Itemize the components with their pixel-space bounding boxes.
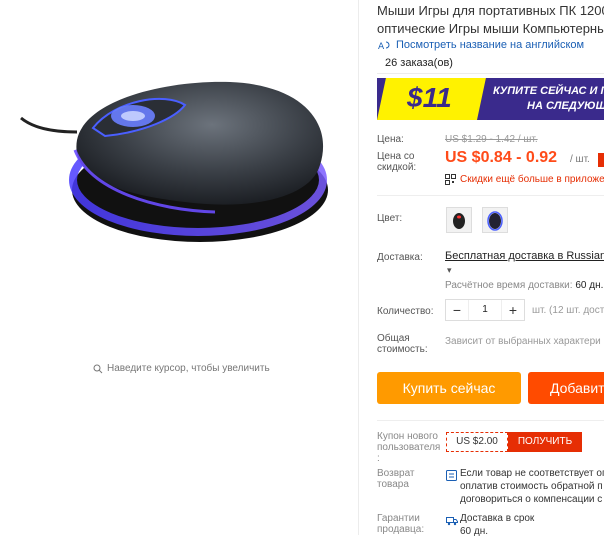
magnifier-icon: [93, 364, 103, 373]
returns-label-line-2: товара: [377, 479, 409, 490]
delivery-time: Расчётное время доставки: 60 дн.: [445, 280, 603, 291]
color-swatch-black[interactable]: [446, 207, 472, 233]
guarantee-label-line-1: Гарантии: [377, 513, 420, 524]
return-line-1: Если товар не соответствует оп: [460, 468, 604, 479]
guarantee-text: Доставка в срок 60 дн.: [460, 512, 534, 538]
total-label-line-1: Общая: [377, 333, 410, 344]
qr-code-icon: [445, 174, 456, 185]
quantity-decrease-button[interactable]: −: [446, 302, 468, 318]
svg-text:A: A: [378, 42, 385, 50]
section-divider: [377, 195, 604, 196]
coupon-value: US $2.00: [446, 432, 508, 452]
app-discount-text[interactable]: Скидки ещё больше в приложен: [460, 174, 604, 185]
guarantee-line-2: 60 дн.: [460, 526, 489, 537]
return-policy-icon: [446, 468, 457, 486]
total-label: Общая стоимость:: [377, 333, 428, 355]
banner-line-2: НА СЛЕДУЮЩ: [527, 100, 604, 112]
return-line-3: договориться о компенсации с: [460, 494, 603, 505]
translate-icon: A: [378, 41, 390, 50]
return-line-2: оплатив стоимость обратной п: [460, 481, 603, 492]
section-divider: [377, 420, 604, 421]
delivery-truck-icon: [446, 513, 458, 531]
delivery-time-label: Расчётное время доставки:: [445, 280, 573, 291]
promo-banner[interactable]: $11 КУПИТЕ СЕЙЧАС И П НА СЛЕДУЮЩ: [377, 78, 604, 120]
product-image[interactable]: [15, 70, 340, 260]
color-swatch-blue[interactable]: [482, 207, 508, 233]
title-line-2: оптические Игры мыши Компьютерные: [377, 21, 604, 36]
translate-link[interactable]: A Посмотреть название на английском: [378, 39, 584, 51]
color-label: Цвет:: [377, 213, 403, 224]
current-price: US $0.84 - 0.92: [445, 149, 558, 166]
quantity-input[interactable]: 1: [468, 300, 502, 320]
price-unit: / шт.: [570, 154, 590, 165]
returns-label: Возврат товара: [377, 468, 415, 490]
zoom-hint: Наведите курсор, чтобы увеличить: [93, 363, 270, 374]
guarantee-label: Гарантии продавца:: [377, 513, 424, 535]
shipping-value[interactable]: Бесплатная доставка в Russian F: [445, 250, 604, 262]
column-divider: [358, 0, 359, 535]
black-mouse-thumbnail: [447, 208, 471, 232]
banner-amount: $11: [407, 82, 452, 113]
shipping-label: Доставка:: [377, 252, 423, 263]
discount-price-label: Цена со скидкой:: [377, 151, 416, 173]
mouse-image: [20, 81, 328, 242]
orders-count: 26 заказа(ов): [377, 52, 604, 74]
discount-label-line-1: Цена со: [377, 151, 415, 162]
price-label: Цена:: [377, 134, 404, 145]
quantity-available: шт. (12 шт. досту: [532, 305, 604, 316]
coupon-label-line-1: Купон нового: [377, 431, 438, 442]
translate-link-text[interactable]: Посмотреть название на английском: [396, 39, 584, 51]
guarantee-label-line-2: продавца:: [377, 524, 425, 535]
title-line-1: Мыши Игры для портативных ПК 1200 т: [377, 3, 604, 18]
product-title: Мыши Игры для портативных ПК 1200 т опти…: [377, 2, 604, 38]
delivery-time-value: 60 дн.: [575, 280, 604, 291]
shipping-value-text[interactable]: Бесплатная доставка в Russian F: [445, 250, 604, 262]
add-to-cart-button[interactable]: Добавит: [528, 372, 604, 404]
quantity-stepper[interactable]: − 1 +: [445, 299, 525, 321]
discount-label-line-2: скидкой:: [377, 162, 417, 173]
chevron-down-icon[interactable]: ▾: [447, 265, 452, 276]
zoom-hint-text: Наведите курсор, чтобы увеличить: [107, 363, 270, 374]
total-note: Зависит от выбранных характери: [445, 336, 601, 347]
old-price: US $1.29 - 1.42 / шт.: [445, 134, 538, 145]
coupon-label-line-2: пользователя: [377, 442, 441, 453]
blue-mouse-thumbnail: [483, 208, 507, 232]
get-coupon-button[interactable]: ПОЛУЧИТЬ: [508, 432, 582, 452]
coupon-label-line-3: :: [377, 453, 380, 464]
coupon-label: Купон нового пользователя :: [377, 431, 440, 464]
app-discount[interactable]: Скидки ещё больше в приложен: [445, 174, 604, 185]
total-label-line-2: стоимость:: [377, 344, 428, 355]
discount-badge: [598, 153, 604, 167]
return-policy-text: Если товар не соответствует оп оплатив с…: [460, 467, 604, 506]
banner-line-1: КУПИТЕ СЕЙЧАС И П: [493, 85, 604, 97]
quantity-increase-button[interactable]: +: [502, 302, 524, 318]
quantity-label: Количество:: [377, 306, 434, 317]
returns-label-line-1: Возврат: [377, 468, 415, 479]
guarantee-line-1: Доставка в срок: [460, 513, 535, 524]
buy-now-button[interactable]: Купить сейчас: [377, 372, 521, 404]
